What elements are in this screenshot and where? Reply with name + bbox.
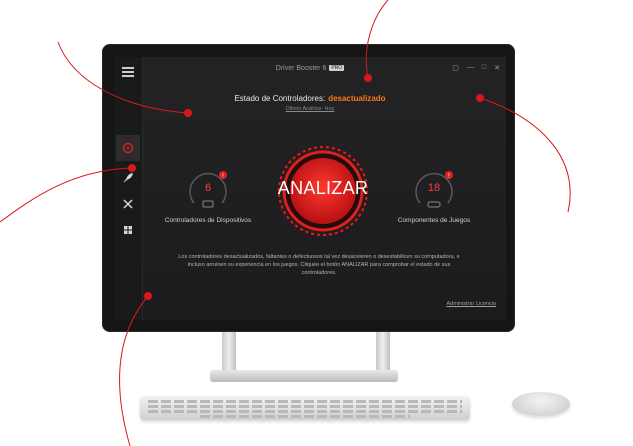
callout-dot-bottom <box>144 292 152 300</box>
callout-lines <box>0 0 571 446</box>
product-mockup: Driver Booster 6 PRO ▢ — □ ✕ Estado de Co… <box>0 0 633 446</box>
callout-dot-title <box>364 74 372 82</box>
callout-dot-status <box>184 109 192 117</box>
callout-dot-window <box>476 94 484 102</box>
callout-dot-sidebar <box>128 164 136 172</box>
